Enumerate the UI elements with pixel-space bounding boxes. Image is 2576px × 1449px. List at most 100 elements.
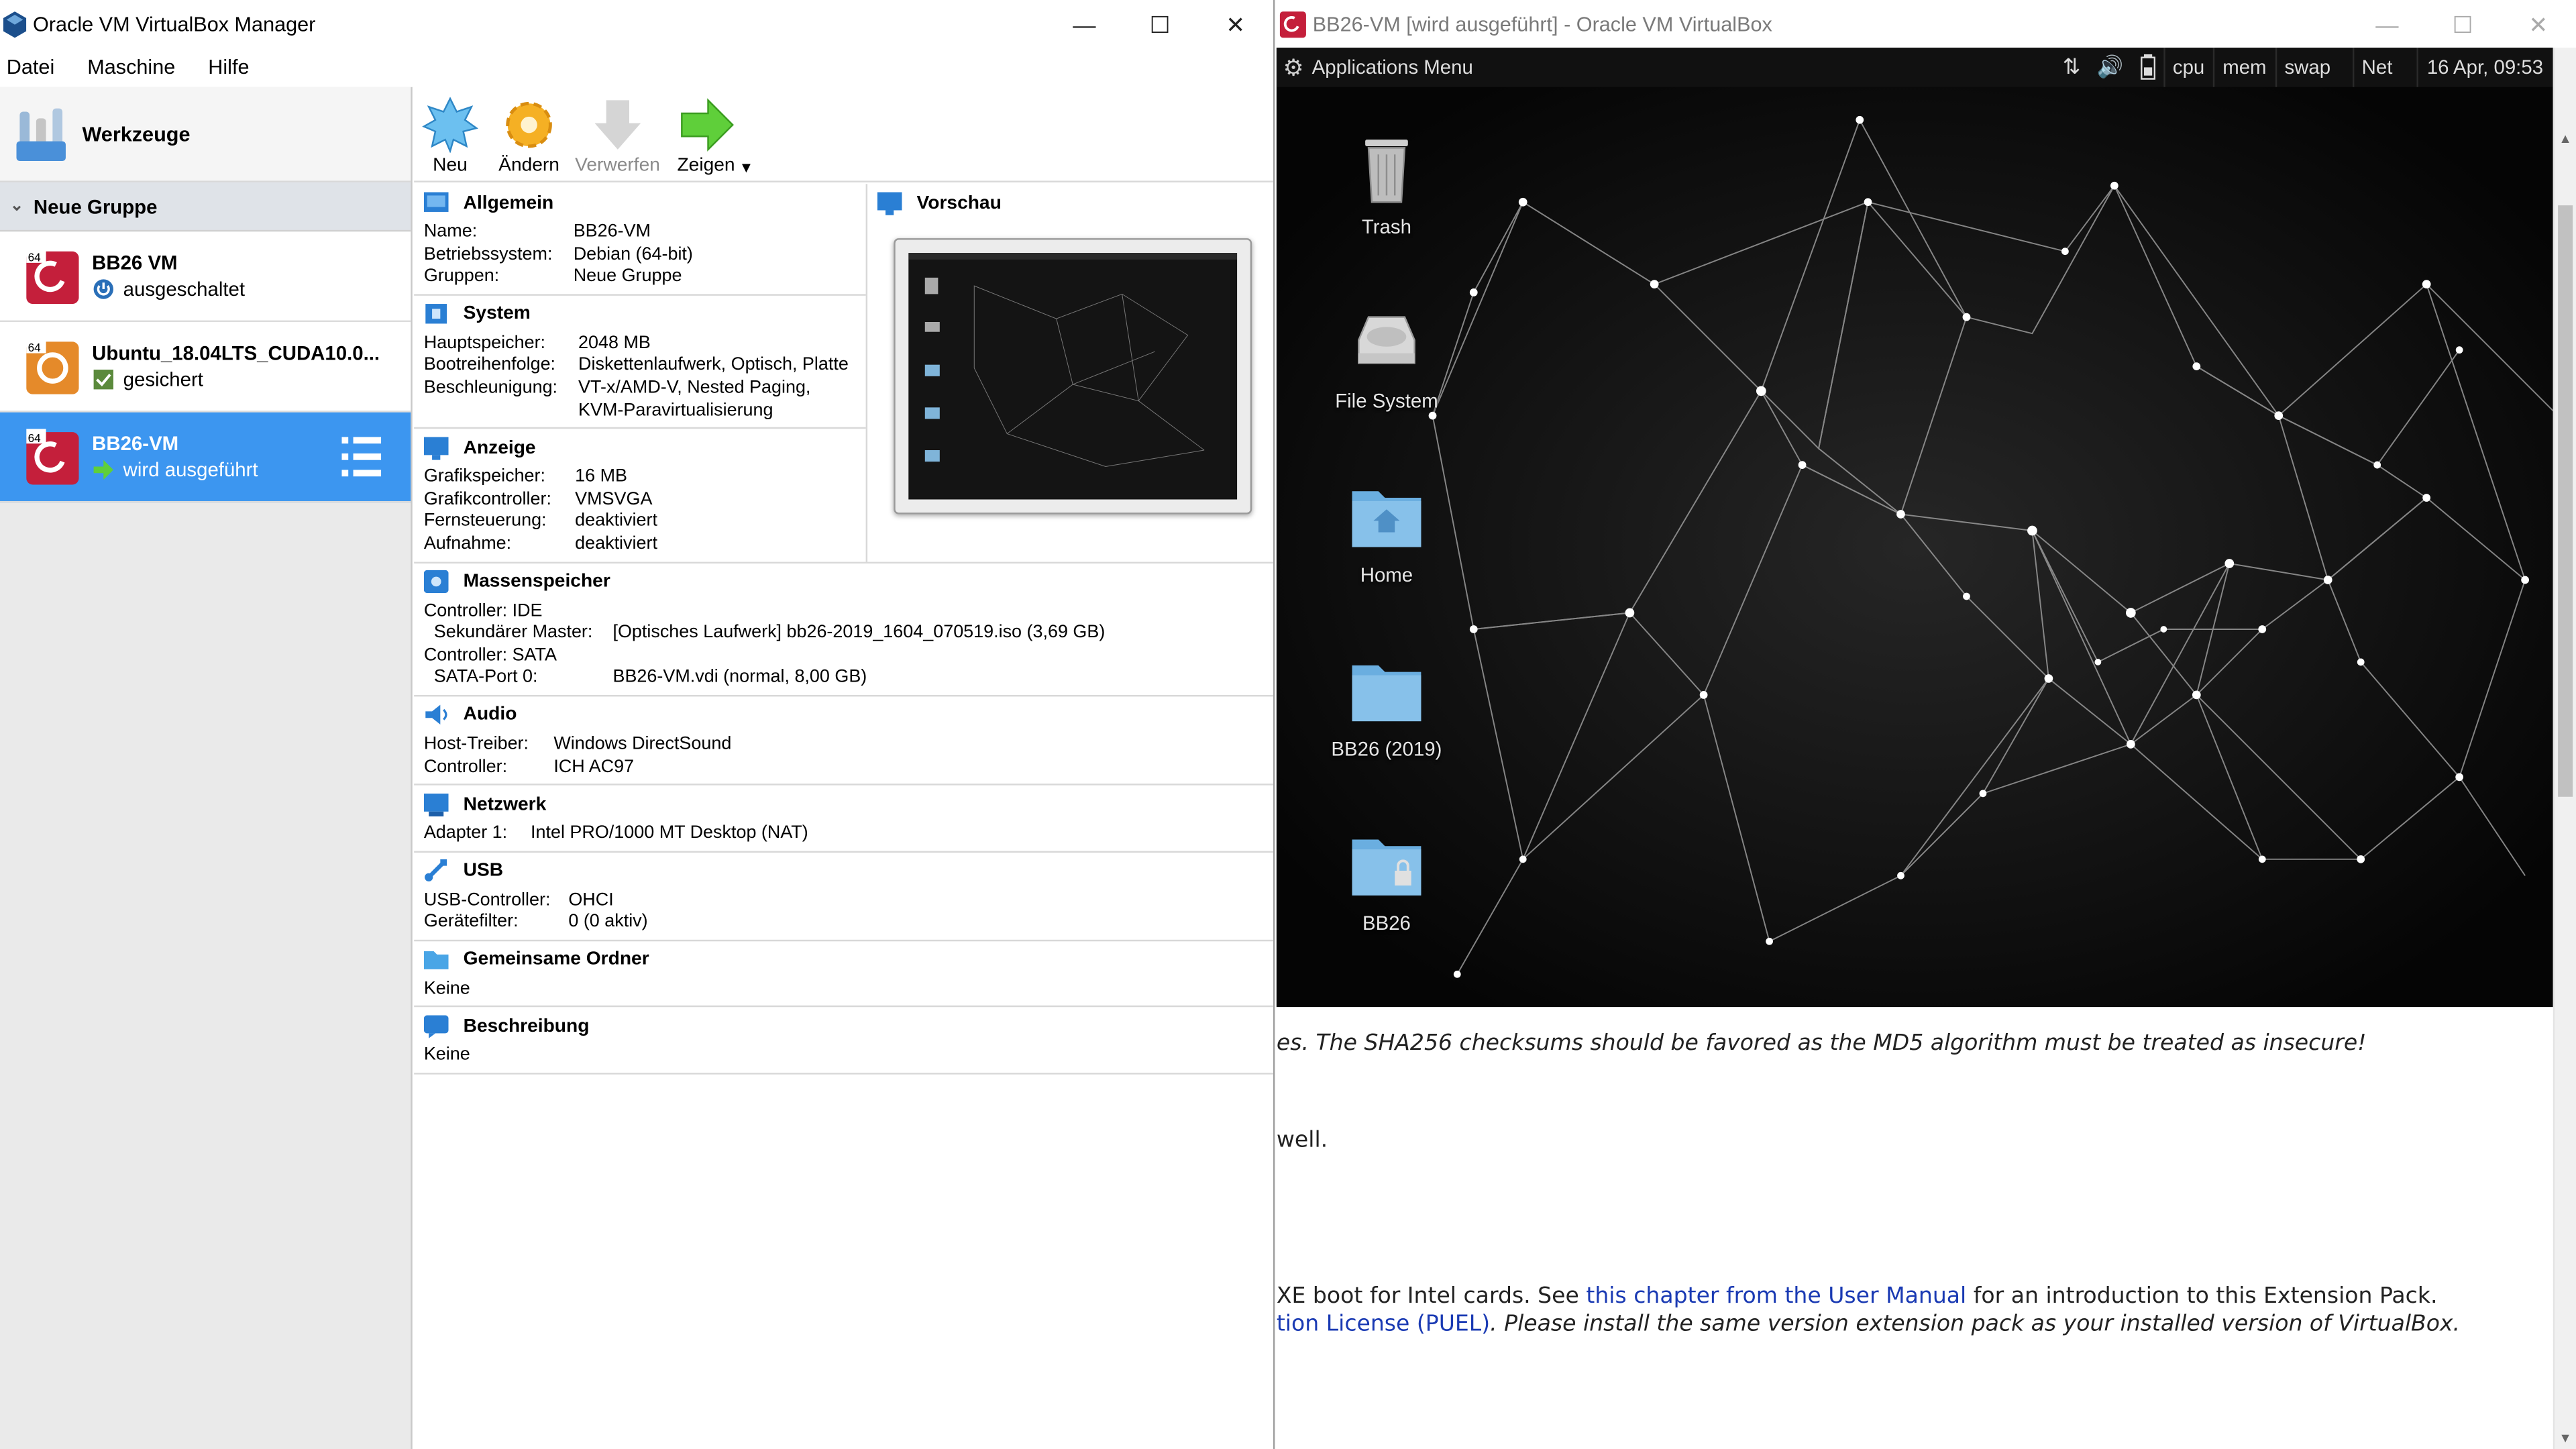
tools-item[interactable]: Werkzeuge	[0, 87, 411, 182]
desktop-icon-label: Trash	[1361, 215, 1411, 239]
locked-folder-icon	[1352, 839, 1421, 896]
manager-menubar: Datei Maschine Hilfe	[0, 49, 1273, 85]
user-manual-link[interactable]: this chapter from the User Manual	[1586, 1283, 1966, 1309]
kv-key	[424, 400, 578, 422]
show-button[interactable]: Zeigen	[674, 97, 739, 176]
desktop-icon-bb26-2019[interactable]: BB26 (2019)	[1313, 652, 1460, 761]
menu-hilfe[interactable]: Hilfe	[208, 56, 249, 78]
kv-value: Keine	[423, 979, 470, 999]
kv-key: Controller: SATA	[423, 645, 557, 665]
section-title: System	[463, 304, 531, 325]
vm-item-bb26-vm-off[interactable]: 64 BB26 VM ausgeschaltet	[0, 231, 411, 323]
vm-name: BB26-VM	[92, 432, 179, 455]
shared-folder-icon	[423, 951, 449, 970]
svg-text:64: 64	[28, 341, 42, 354]
vm-titlebar: BB26-VM [wird ausgeführt] - Oracle VM Vi…	[1276, 0, 2576, 50]
vm-close-button[interactable]: ✕	[2500, 0, 2576, 49]
show-dropdown-icon[interactable]: ▼	[739, 160, 754, 176]
kv-key: Hauptspeicher:	[423, 333, 546, 353]
chevron-down-icon: ⌄	[9, 197, 24, 215]
network-updown-icon[interactable]: ⇅	[2054, 48, 2088, 87]
kv-key: USB-Controller:	[423, 890, 551, 910]
section-description: Beschreibung Keine	[414, 1008, 1273, 1075]
vm-maximize-button[interactable]: ☐	[2425, 0, 2501, 49]
kv-value: [Optisches Laufwerk] bb26-2019_1604_0705…	[612, 623, 1106, 643]
desktop-icon-label: BB26	[1362, 912, 1411, 935]
manager-titlebar: Oracle VM VirtualBox Manager — ☐ ✕	[0, 0, 1273, 50]
desktop-icon-bb26[interactable]: BB26	[1313, 826, 1460, 935]
hard-drive-icon	[1358, 316, 1415, 364]
change-button[interactable]: Ändern	[496, 97, 562, 176]
vm-details-menu-icon[interactable]	[341, 435, 382, 478]
discard-button[interactable]: Verwerfen	[575, 97, 660, 176]
guest-screen[interactable]: ⚙ Applications Menu ⇅ 🔊 cpu mem swap Net…	[1276, 48, 2553, 1008]
desktop-icon-home[interactable]: Home	[1313, 478, 1460, 586]
vm-item-ubuntu[interactable]: 64 Ubuntu_18.04LTS_CUDA10.0... gesichert	[0, 322, 411, 413]
battery-icon[interactable]	[2132, 48, 2163, 87]
vertical-scrollbar[interactable]: ▲ ▼	[2553, 48, 2576, 1449]
page-text-line: for an introduction to this Extension Pa…	[1966, 1283, 2438, 1309]
section-title: Netzwerk	[463, 794, 547, 814]
minimize-button[interactable]: —	[1046, 0, 1122, 49]
display-icon	[423, 436, 449, 460]
kv-key: Host-Treiber:	[423, 734, 529, 754]
vm-item-bb26-vm-running[interactable]: 64 BB26-VM wird ausgeführt	[0, 412, 411, 503]
cpu-monitor[interactable]: cpu	[2163, 48, 2212, 87]
svg-text:64: 64	[28, 431, 42, 445]
group-header[interactable]: ⌄ Neue Gruppe	[0, 182, 411, 232]
vm-minimize-button[interactable]: —	[2349, 0, 2425, 49]
kv-value: VT-x/AMD-V, Nested Paging,	[578, 378, 811, 398]
section-general: Allgemein Name: BB26-VM Betriebssystem: De…	[414, 184, 866, 296]
section-title: USB	[463, 861, 504, 881]
kv-value: deaktiviert	[575, 533, 657, 554]
kv-value: Keine	[423, 1045, 470, 1066]
kv-key: Bootreihenfolge:	[423, 355, 556, 376]
puel-link[interactable]: tion License (PUEL)	[1277, 1311, 1490, 1337]
desktop-icon-file-system[interactable]: File System	[1313, 304, 1460, 413]
home-folder-icon	[1352, 491, 1421, 547]
net-monitor[interactable]: Net	[2351, 48, 2401, 87]
kv-key: Fernsteuerung:	[423, 511, 547, 531]
running-arrow-icon	[92, 458, 115, 481]
storage-icon	[423, 570, 449, 594]
kv-key: Aufnahme:	[423, 533, 512, 554]
kv-value: ICH AC97	[553, 756, 635, 777]
kv-key: Controller:	[423, 756, 508, 777]
change-label: Ändern	[498, 156, 559, 176]
close-button[interactable]: ✕	[1197, 0, 1273, 49]
menu-maschine[interactable]: Maschine	[87, 56, 175, 78]
debian-icon: 64	[26, 248, 79, 305]
kv-key: Grafikspeicher:	[423, 466, 546, 487]
desktop-icon-trash[interactable]: Trash	[1313, 129, 1460, 238]
vm-state: wird ausgeführt	[123, 458, 258, 482]
swap-monitor[interactable]: swap	[2274, 48, 2339, 87]
background-webpage: es. The SHA256 checksums should be favor…	[1276, 1007, 2553, 1449]
new-star-icon	[422, 97, 478, 153]
kv-value: OHCI	[568, 890, 614, 910]
section-storage: Massenspeicher Controller: IDE Sekundäre…	[414, 561, 1273, 697]
debian-vm-icon	[1279, 11, 1306, 38]
description-icon	[423, 1015, 449, 1038]
menu-datei[interactable]: Datei	[7, 56, 54, 78]
discard-label: Verwerfen	[575, 156, 660, 176]
applications-menu[interactable]: ⚙ Applications Menu	[1283, 54, 2055, 82]
scroll-down-icon[interactable]: ▼	[2555, 1426, 2576, 1449]
maximize-button[interactable]: ☐	[1122, 0, 1198, 49]
kv-key: Name:	[423, 221, 478, 242]
folder-icon	[1352, 665, 1421, 722]
section-preview: Vorschau	[867, 184, 1273, 561]
volume-icon[interactable]: 🔊	[2089, 48, 2132, 87]
vm-state: ausgeschaltet	[123, 277, 246, 301]
scrollbar-thumb[interactable]	[2558, 205, 2573, 797]
scroll-up-icon[interactable]: ▲	[2555, 127, 2576, 150]
show-label: Zeigen	[677, 156, 735, 176]
discard-arrow-icon	[594, 100, 641, 150]
panel-clock[interactable]: 16 Apr, 09:53	[2417, 48, 2553, 87]
trash-icon	[1365, 140, 1408, 203]
saved-state-icon	[92, 368, 115, 391]
vm-name: BB26 VM	[92, 251, 178, 274]
new-button[interactable]: Neu	[417, 97, 483, 176]
kv-key: Gerätefilter:	[423, 912, 519, 932]
applications-menu-label: Applications Menu	[1311, 56, 1473, 79]
mem-monitor[interactable]: mem	[2212, 48, 2275, 87]
